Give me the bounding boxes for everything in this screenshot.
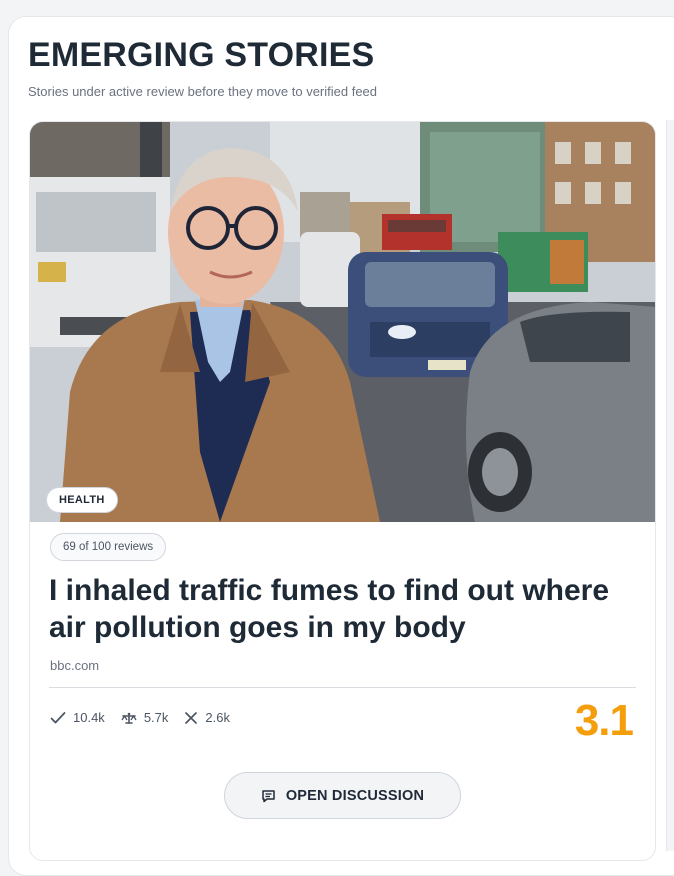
story-headline[interactable]: I inhaled traffic fumes to find out wher…	[49, 572, 639, 646]
chat-icon	[262, 789, 275, 802]
rejected-count: 2.6k	[205, 710, 230, 725]
verified-count: 10.4k	[73, 710, 105, 725]
section-title: EMERGING STORIES	[28, 36, 375, 74]
story-source[interactable]: bbc.com	[50, 658, 99, 673]
story-card[interactable]: HEALTH 69 of 100 reviews I inhaled traff…	[29, 121, 656, 861]
neutral-count: 5.7k	[143, 710, 169, 725]
story-stats: 10.4k 5.7k 2.6k	[50, 710, 230, 725]
category-tag[interactable]: HEALTH	[46, 487, 118, 513]
check-icon	[50, 711, 66, 723]
next-card-edge	[666, 120, 674, 851]
review-count-badge: 69 of 100 reviews	[50, 533, 167, 561]
open-discussion-button[interactable]: OPEN DISCUSSION	[224, 772, 461, 819]
story-photo	[30, 122, 655, 522]
verified-stat[interactable]: 10.4k	[50, 710, 105, 725]
credibility-score: 3.1	[574, 696, 634, 745]
neutral-stat[interactable]: 5.7k	[121, 710, 169, 725]
open-discussion-label: OPEN DISCUSSION	[285, 787, 425, 804]
close-icon	[185, 711, 198, 724]
section-subtitle: Stories under active review before they …	[28, 84, 378, 99]
scale-icon	[121, 712, 137, 724]
rejected-stat[interactable]: 2.6k	[184, 710, 230, 725]
story-image[interactable]: HEALTH	[30, 122, 655, 522]
divider	[49, 687, 636, 688]
